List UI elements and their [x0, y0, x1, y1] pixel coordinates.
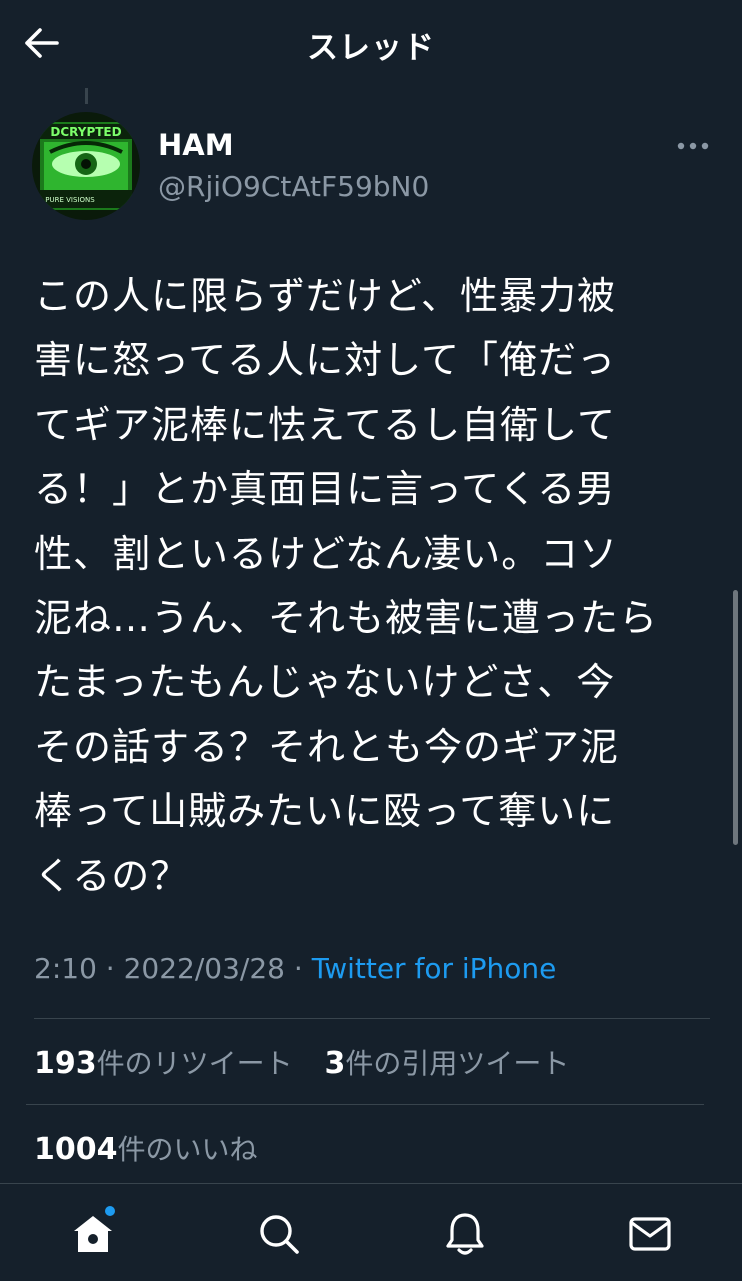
- divider: [34, 1018, 710, 1019]
- retweets-count: 193: [34, 1046, 97, 1081]
- tweet-text: この人に限らずだけど、性暴力被 害に怒ってる人に対して「俺だっ てギア泥棒に怯え…: [34, 274, 659, 898]
- page-title: スレッド: [307, 30, 435, 66]
- nav-home[interactable]: [67, 1206, 119, 1260]
- bottom-nav: [0, 1183, 742, 1281]
- tweet-meta: 2:10 · 2022/03/28 · Twitter for iPhone: [34, 952, 556, 985]
- likes-label: 件のいいね: [117, 1133, 258, 1166]
- tweet-time: 2:10: [34, 952, 97, 985]
- more-horizontal-icon: [677, 142, 709, 150]
- quotes-stat[interactable]: 3件の引用ツイート: [324, 1046, 570, 1081]
- notification-dot: [105, 1206, 115, 1216]
- likes-count: 1004: [34, 1132, 118, 1167]
- search-icon: [260, 1215, 299, 1254]
- quotes-label: 件の引用ツイート: [345, 1047, 570, 1080]
- meta-separator: ·: [105, 952, 115, 985]
- thread-connector: [85, 88, 88, 104]
- tweet-source-link[interactable]: Twitter for iPhone: [312, 952, 557, 985]
- scrollbar[interactable]: [733, 590, 738, 845]
- divider: [26, 1104, 704, 1105]
- avatar-sub-text: PURE VISIONS: [45, 196, 95, 204]
- nav-notifications[interactable]: [439, 1208, 491, 1260]
- avatar[interactable]: DCRYPTED PURE VISIONS: [32, 112, 140, 220]
- tweet-date: 2022/03/28: [123, 952, 285, 985]
- mail-icon: [629, 1217, 671, 1251]
- retweets-label: 件のリツイート: [96, 1047, 293, 1080]
- bell-icon: [446, 1213, 484, 1255]
- display-name[interactable]: HAM: [158, 128, 234, 162]
- home-icon: [74, 1216, 112, 1252]
- user-handle[interactable]: @RjiO9CtAtF59bN0: [158, 170, 429, 203]
- avatar-brand-text: DCRYPTED: [50, 125, 121, 139]
- quotes-count: 3: [324, 1046, 346, 1081]
- retweets-stat[interactable]: 193件のリツイート: [34, 1046, 293, 1081]
- retweet-stats: 193件のリツイート 3件の引用ツイート: [34, 1042, 569, 1082]
- more-options-button[interactable]: [670, 128, 716, 164]
- avatar-image: DCRYPTED PURE VISIONS: [32, 112, 140, 220]
- meta-separator: ·: [293, 952, 303, 985]
- top-bar: スレッド: [0, 0, 742, 88]
- likes-stat[interactable]: 1004件のいいね: [34, 1128, 258, 1168]
- nav-messages[interactable]: [624, 1208, 676, 1260]
- nav-search[interactable]: [253, 1208, 305, 1260]
